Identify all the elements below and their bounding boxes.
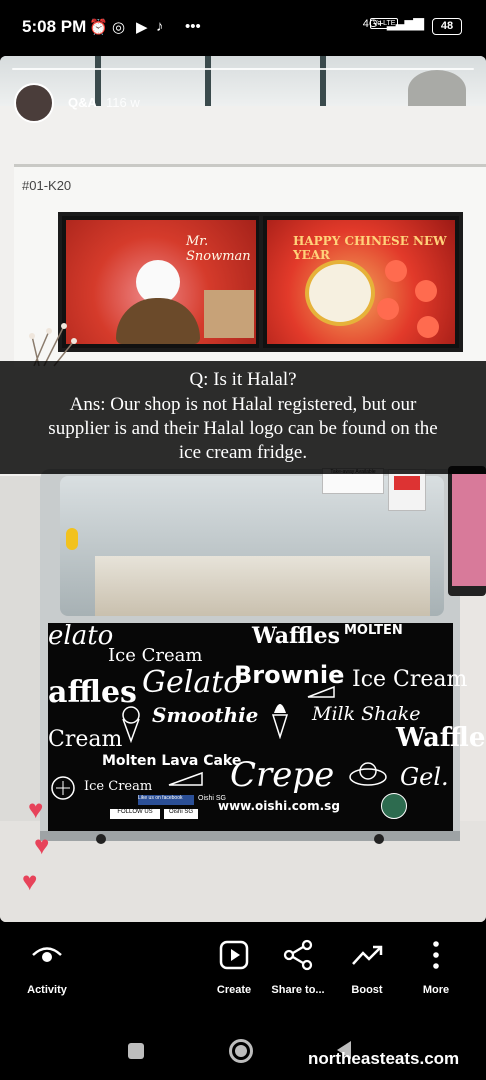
window-frame [205, 56, 211, 106]
facebook-badge: Like us on facebook [138, 795, 194, 805]
eye-icon [32, 947, 62, 962]
lantern [385, 260, 407, 282]
story-image[interactable]: #01-K20 Mr. Snowman HAPPY CHINESE NEW YE… [0, 56, 486, 922]
fridge-word: Smoothie [152, 703, 259, 727]
fridge-word: Gelato [142, 665, 242, 700]
heart-reaction-icon: ♥ [34, 830, 50, 860]
play-icon: ▶ [136, 19, 148, 36]
fridge-word: Ice Cream [352, 667, 468, 692]
share-label: Share to... [271, 984, 325, 996]
waffle-icon [51, 776, 75, 800]
more-label: More [422, 984, 450, 996]
boost-button[interactable]: Boost [327, 938, 407, 996]
caption-answer-line: ice cream fridge. [178, 442, 308, 463]
signal-icon: 4G+ ▂▃▅▆ [362, 14, 424, 30]
story-progress-bar [12, 68, 474, 70]
instagram-name: Oishi SG [164, 809, 198, 819]
activity-label: Activity [27, 984, 67, 996]
more-icon [433, 941, 439, 969]
watermark: northeasteats.com [308, 1049, 460, 1068]
lantern [417, 316, 439, 338]
fridge-word: Milk Shake [312, 703, 421, 725]
shop-unit-code: #01-K20 [22, 178, 72, 193]
fridge-word: elato [48, 621, 114, 651]
lantern [415, 280, 437, 302]
facebook-label: Like us on facebook [138, 795, 183, 801]
lantern [377, 298, 399, 320]
instagram-follow-label: FOLLOW US [110, 809, 160, 819]
waffle-plate-icon [349, 762, 387, 786]
battery-icon: 48 [432, 18, 462, 35]
soft-serve-icon [271, 704, 289, 739]
menu-poster [452, 474, 486, 586]
menu-tv-left: Mr. Snowman [58, 212, 264, 352]
yellow-scoop [66, 528, 78, 550]
fridge-wheel [96, 834, 106, 844]
fridge-wheel [374, 834, 384, 844]
ice-cream-cone-icon [122, 706, 140, 743]
fridge-word: Crepe [230, 755, 335, 795]
status-bar: 5:08 PM ⏰ ◎ ▶ ♪ ••• Vo LTE 4G+ ▂▃▅▆ 48 [0, 0, 486, 56]
qa-caption: Q: Is it Halal? Ans: Our shop is not Hal… [0, 361, 486, 474]
halal-seal-icon [381, 793, 407, 819]
fridge-word: Ice Cream [108, 645, 203, 666]
status-time: 5:08 PM [22, 17, 87, 36]
tv-left-title: Mr. Snowman [186, 234, 251, 264]
more-notifications-icon: ••• [185, 18, 201, 35]
fridge-word: Gel. [400, 763, 449, 791]
boost-icon [352, 945, 383, 965]
fridge-word: Waffles [252, 623, 340, 649]
brownie-cake-icon [307, 685, 335, 698]
heart-reaction-icon: ♥ [22, 866, 38, 896]
story-highlight-name[interactable]: Q&A [68, 95, 97, 110]
window-frame [320, 56, 326, 106]
profile-avatar[interactable] [14, 83, 54, 123]
tv-right-title: HAPPY CHINESE NEW YEAR [293, 234, 447, 262]
gingerbread-house [204, 290, 254, 338]
dessert-bowl [116, 298, 200, 344]
halal-certificate [388, 469, 426, 511]
lion-dance-head [305, 260, 375, 326]
share-icon [283, 939, 313, 971]
fridge-word: Cream [48, 727, 123, 752]
network-type: 4G+ [362, 18, 384, 30]
heart-reaction-icon: ♥ [28, 794, 44, 824]
fridge-front-panel: elato Ice Cream Waffles MOLTEN affles Ge… [48, 621, 485, 833]
halal-logo [394, 476, 420, 490]
lava-cake-icon [168, 771, 203, 786]
story-age: 116 w [106, 95, 140, 110]
fridge-word: Ice Cream [84, 779, 153, 794]
tiktok-icon: ♪ [156, 18, 164, 35]
home-button[interactable] [229, 1039, 253, 1063]
alarm-icon: ⏰ [89, 19, 108, 36]
recent-apps-button[interactable] [128, 1043, 144, 1059]
share-button[interactable]: Share to... [258, 938, 338, 996]
website-url: www.oishi.com.sg [218, 799, 340, 813]
boost-label: Boost [351, 984, 383, 996]
activity-button[interactable]: Activity [7, 938, 87, 996]
menu-tv-right: HAPPY CHINESE NEW YEAR [259, 212, 463, 352]
caption-answer-line: Ans: Our shop is not Halal registered, b… [69, 394, 417, 415]
more-button[interactable]: More [396, 938, 476, 996]
fridge-word: Waffle [396, 723, 486, 753]
ice-cream-trays [95, 556, 430, 616]
light-fixture [408, 70, 466, 110]
whatsapp-icon: ◎ [112, 19, 126, 36]
caption-question: Q: Is it Halal? [189, 369, 297, 390]
pillar [0, 476, 40, 821]
caption-answer-line: supplier is and their Halal logo can be … [48, 418, 438, 439]
fridge-word: MOLTEN [344, 623, 403, 638]
